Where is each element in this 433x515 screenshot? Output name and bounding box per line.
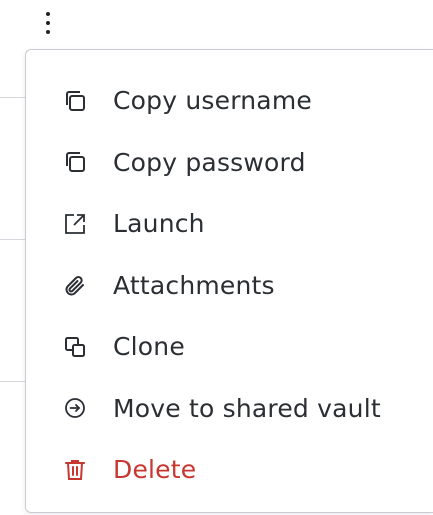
attachments-label: Attachments bbox=[113, 270, 275, 300]
copy-password-label: Copy password bbox=[113, 147, 306, 177]
paperclip-icon bbox=[62, 272, 88, 298]
kebab-dot bbox=[46, 21, 50, 25]
more-options-icon[interactable] bbox=[36, 6, 60, 40]
arrow-circle-right-icon bbox=[62, 395, 88, 421]
external-link-icon bbox=[62, 211, 88, 237]
copy-password-menu-item[interactable]: Copy password bbox=[26, 132, 433, 194]
kebab-dot bbox=[46, 30, 50, 34]
kebab-dot bbox=[46, 12, 50, 16]
clone-menu-item[interactable]: Clone bbox=[26, 316, 433, 378]
copy-icon bbox=[62, 88, 88, 114]
page: Copy username Copy password Launch Attac… bbox=[0, 0, 433, 515]
trash-icon bbox=[62, 457, 88, 483]
launch-menu-item[interactable]: Launch bbox=[26, 193, 433, 255]
clone-icon bbox=[62, 334, 88, 360]
clone-label: Clone bbox=[113, 332, 185, 362]
delete-menu-item[interactable]: Delete bbox=[26, 439, 433, 501]
move-to-shared-vault-label: Move to shared vault bbox=[113, 393, 381, 423]
launch-label: Launch bbox=[113, 209, 205, 239]
context-menu: Copy username Copy password Launch Attac… bbox=[25, 49, 433, 513]
move-to-shared-vault-menu-item[interactable]: Move to shared vault bbox=[26, 378, 433, 440]
attachments-menu-item[interactable]: Attachments bbox=[26, 255, 433, 317]
copy-icon bbox=[62, 149, 88, 175]
copy-username-label: Copy username bbox=[113, 86, 312, 116]
delete-label: Delete bbox=[113, 455, 197, 485]
copy-username-menu-item[interactable]: Copy username bbox=[26, 70, 433, 132]
